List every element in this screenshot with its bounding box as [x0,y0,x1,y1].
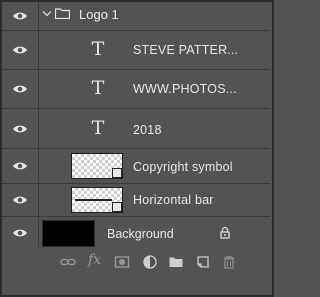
layer-name[interactable]: 2018 [133,123,162,137]
new-group-icon[interactable] [168,254,184,270]
smart-object-badge-icon [112,202,122,212]
layer-name[interactable]: Horizontal bar [133,193,214,207]
chevron-down-icon[interactable] [42,10,52,18]
layer-row-text[interactable]: T 2018 [2,109,270,149]
visibility-toggle[interactable] [2,217,39,249]
visibility-toggle[interactable] [2,2,39,30]
layer-row-background[interactable]: Background [2,217,270,249]
layers-panel: Logo 1 T STEVE PATTER... T WWW.PHOTOS...… [0,0,274,297]
layer-row-smart-object[interactable]: Copyright symbol [2,149,270,184]
layer-row-text[interactable]: T STEVE PATTER... [2,31,270,70]
eye-icon [13,85,27,93]
type-layer-icon: T [91,38,105,60]
eye-icon [13,46,27,54]
type-layer-icon: T [91,117,105,139]
layer-name[interactable]: Copyright symbol [133,160,233,174]
layer-row-text[interactable]: T WWW.PHOTOS... [2,70,270,109]
layer-name[interactable]: Background [107,227,174,241]
horizontal-bar-preview [75,199,112,201]
eye-icon [13,162,27,170]
lock-icon [220,226,230,239]
visibility-toggle[interactable] [2,149,39,183]
layer-name[interactable]: Logo 1 [79,7,119,22]
layers-toolbar: fx [2,247,270,295]
type-layer-icon: T [91,77,105,99]
adjustment-layer-icon[interactable] [142,254,158,270]
add-mask-icon[interactable] [114,254,130,270]
folder-icon [55,8,70,19]
eye-icon [13,196,27,204]
visibility-toggle[interactable] [2,184,39,216]
layer-row-smart-object[interactable]: Horizontal bar [2,184,270,217]
visibility-toggle[interactable] [2,70,39,108]
layer-row-group[interactable]: Logo 1 [2,2,270,31]
layer-name[interactable]: STEVE PATTER... [133,43,238,57]
layer-name[interactable]: WWW.PHOTOS... [133,82,237,96]
layer-thumbnail[interactable] [71,153,123,179]
link-layers-icon[interactable] [60,254,76,270]
trash-icon[interactable] [221,254,237,270]
smart-object-badge-icon [112,168,122,178]
eye-icon [13,229,27,237]
fx-icon[interactable]: fx [88,252,101,268]
visibility-toggle[interactable] [2,31,39,69]
eye-icon [13,125,27,132]
new-layer-icon[interactable] [195,254,211,270]
layer-thumbnail[interactable] [71,187,123,213]
eye-icon [13,12,27,20]
visibility-toggle[interactable] [2,109,39,148]
layer-thumbnail[interactable] [42,220,95,247]
